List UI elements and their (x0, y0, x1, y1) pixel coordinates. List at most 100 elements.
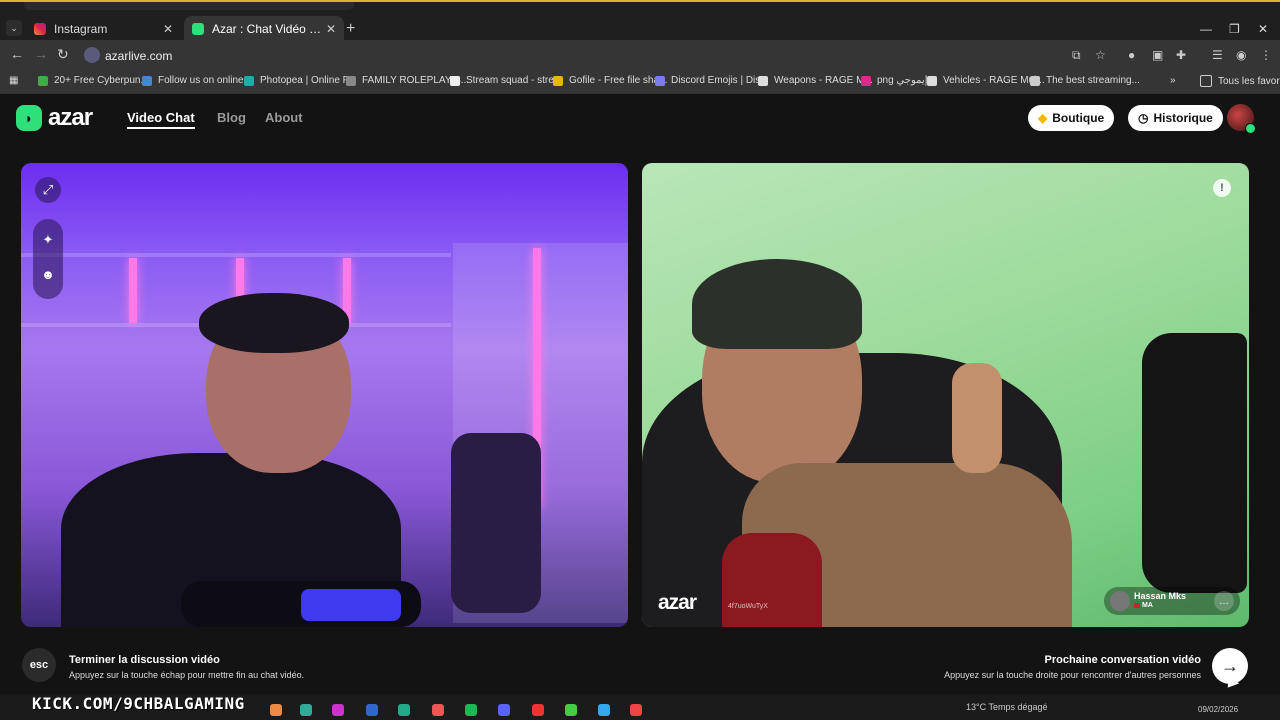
browser-tabstrip: ⌄ Instagram ✕ Azar : Chat Vidéo avec de … (0, 0, 1280, 42)
person-hair (199, 293, 349, 353)
person-cap (692, 259, 862, 349)
back-icon[interactable]: ← (10, 46, 24, 62)
tab-instagram[interactable]: Instagram ✕ (26, 16, 181, 42)
app-icon[interactable] (565, 704, 577, 716)
extension-icon[interactable]: ▣ (1152, 48, 1163, 62)
address-bar: ← → ↻ azarlive.com ⧉ ☆ ● ▣ ✚ ☰ ◉ ⋮ (0, 40, 1280, 70)
microphone-grille (301, 589, 401, 621)
end-chat-title: Terminer la discussion vidéo (69, 654, 220, 666)
tab-ghost-row (24, 2, 354, 10)
peer-name: Hassan Mks (1134, 591, 1187, 601)
bookmark-item[interactable]: Weapons - RAGE M... (758, 75, 873, 86)
hanging-bag (1142, 333, 1247, 593)
expand-icon[interactable]: ⤢ (35, 177, 61, 203)
app-icon[interactable] (532, 704, 544, 716)
nav-about[interactable]: About (265, 110, 303, 125)
app-icon[interactable] (432, 704, 444, 716)
tab-search-button[interactable]: ⌄ (6, 20, 22, 36)
reload-icon[interactable]: ↻ (57, 46, 69, 63)
close-icon[interactable]: ✕ (326, 22, 336, 36)
azar-page: ◗ azar Video Chat Blog About ◆ Boutique … (0, 94, 1280, 694)
historique-button[interactable]: ◷ Historique (1128, 105, 1223, 131)
logo-text: azar (48, 104, 93, 131)
app-icon[interactable] (332, 704, 344, 716)
gaming-chair (451, 433, 541, 613)
peer-info-badge[interactable]: Hassan Mks MA … (1104, 587, 1240, 615)
magic-wand-icon[interactable]: ✦ (35, 227, 61, 253)
puzzle-icon[interactable]: ✚ (1176, 48, 1186, 62)
tab-title: Azar : Chat Vidéo avec de n (212, 22, 326, 36)
nav-video-chat[interactable]: Video Chat (127, 110, 195, 129)
peer-country: MA (1142, 602, 1153, 609)
diamond-icon: ◆ (1038, 111, 1048, 125)
chat-bubble-icon[interactable]: … (1214, 591, 1234, 611)
cast-icon[interactable]: ⧉ (1072, 48, 1081, 63)
bookmark-item[interactable]: Stream squad - stre... (450, 75, 562, 86)
report-shield-icon[interactable]: ! (1213, 179, 1231, 197)
historique-label: Historique (1153, 111, 1213, 125)
sticker-icon[interactable]: ☻ (35, 261, 61, 287)
app-icon[interactable] (366, 704, 378, 716)
profile-icon[interactable]: ◉ (1236, 48, 1246, 62)
tab-azar[interactable]: Azar : Chat Vidéo avec de n ✕ (184, 16, 344, 42)
app-icon[interactable] (398, 704, 410, 716)
bookmark-item[interactable]: Discord Emojis | Dis... (655, 75, 769, 86)
online-status-dot (1245, 123, 1256, 134)
clock-icon: ◷ (1138, 111, 1149, 125)
app-icon[interactable] (598, 704, 610, 716)
date-display[interactable]: 09/02/2026 (1198, 705, 1238, 714)
bookmark-item[interactable]: Follow us on online... (142, 75, 252, 86)
weather-widget[interactable]: 13°C Temps dégagé (966, 702, 1048, 712)
menu-icon[interactable]: ⋮ (1260, 48, 1272, 62)
instagram-icon (34, 23, 46, 35)
discord-icon[interactable] (498, 704, 510, 716)
restore-icon[interactable]: ❐ (1229, 22, 1240, 36)
boutique-button[interactable]: ◆ Boutique (1028, 105, 1115, 131)
nav-blog[interactable]: Blog (217, 110, 246, 125)
watermark-id: 4f7uoWuTyX (728, 603, 768, 610)
chrome-icon[interactable] (630, 704, 642, 716)
star-icon[interactable]: ☆ (1095, 48, 1106, 62)
remote-video: ! azar 4f7uoWuTyX Hassan Mks MA … (642, 163, 1249, 627)
app-icon[interactable] (300, 704, 312, 716)
minimize-icon[interactable]: — (1200, 22, 1212, 36)
bookmarks-bar: ▦ 20+ Free Cyberpun... Follow us on onli… (0, 70, 1280, 95)
red-cloth (722, 533, 822, 627)
more-bookmarks-icon[interactable]: » (1170, 75, 1176, 86)
boutique-label: Boutique (1052, 111, 1105, 125)
new-tab-button[interactable]: + (346, 20, 355, 38)
url-field[interactable]: azarlive.com (105, 49, 172, 63)
app-icon[interactable] (270, 704, 282, 716)
forward-icon[interactable]: → (34, 46, 48, 62)
bookmark-item[interactable]: 20+ Free Cyberpun... (38, 75, 149, 86)
local-video: ⤢ ✦ ☻ (21, 163, 628, 627)
site-info-icon[interactable] (84, 47, 100, 63)
flag-icon (1134, 603, 1140, 608)
esc-key-button[interactable]: esc (22, 648, 56, 682)
apps-icon[interactable]: ▦ (9, 75, 18, 86)
azar-logo-icon: ◗ (16, 105, 42, 131)
end-chat-subtitle: Appuyez sur la touche échap pour mettre … (69, 670, 305, 680)
bookmark-item[interactable]: Photopea | Online P... (244, 75, 356, 86)
bookmarks-folder[interactable]: Tous les favoris (1200, 75, 1280, 87)
raised-hand (952, 363, 1002, 473)
bookmark-item[interactable]: The best streaming... (1030, 75, 1140, 86)
spotify-icon[interactable] (465, 704, 477, 716)
kick-overlay: KICK.COM/9CHBALGAMING (32, 694, 245, 713)
shelf (21, 253, 451, 257)
next-chat-subtitle: Appuyez sur la touche droite pour rencon… (944, 670, 1201, 680)
next-chat-title: Prochaine conversation vidéo (1044, 654, 1202, 666)
reading-list-icon[interactable]: ☰ (1212, 48, 1223, 62)
window-close-icon[interactable]: ✕ (1258, 22, 1268, 36)
neon-light (129, 258, 137, 323)
azar-watermark: azar (658, 591, 697, 614)
bookmark-item[interactable]: png إيموجي (861, 75, 928, 86)
tab-title: Instagram (54, 22, 108, 36)
peer-avatar (1110, 591, 1130, 611)
bookmark-item[interactable]: Vehicles - RAGE Mul... (927, 75, 1045, 86)
bookmark-item[interactable]: Gofile - Free file sha... (553, 75, 667, 86)
close-icon[interactable]: ✕ (163, 22, 173, 36)
effects-toolbar: ✦ ☻ (33, 219, 63, 299)
azar-logo[interactable]: ◗ azar (16, 104, 93, 132)
extension-icon[interactable]: ● (1128, 48, 1135, 62)
